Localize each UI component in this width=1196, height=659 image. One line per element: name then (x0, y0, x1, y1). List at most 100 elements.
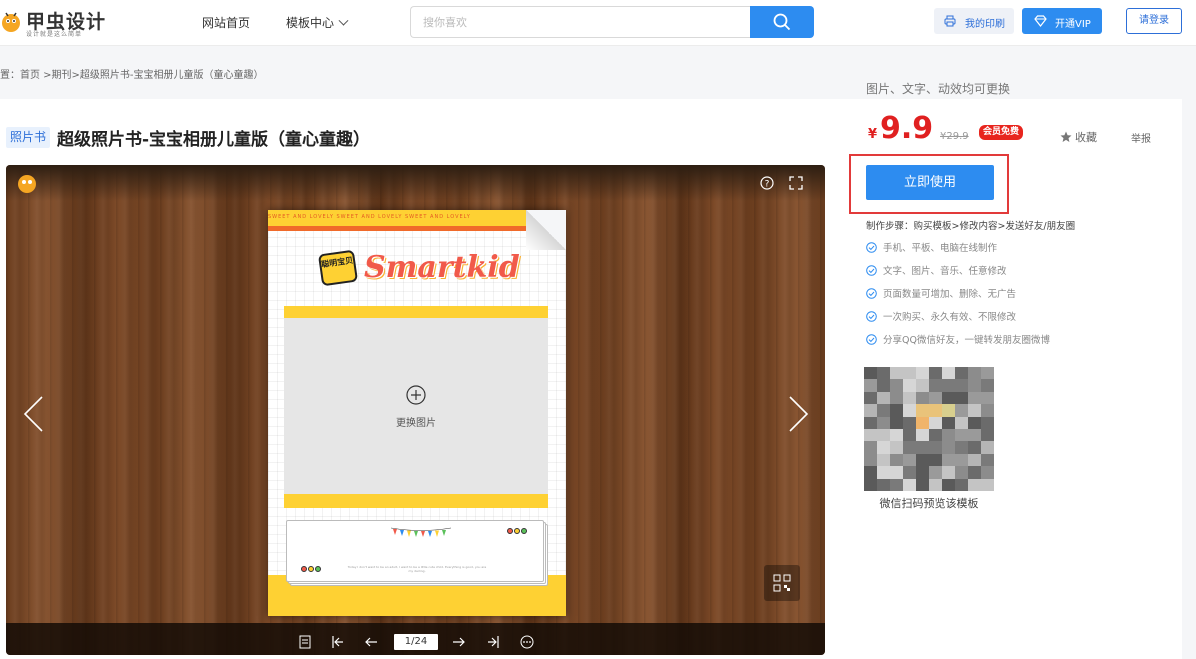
qr-cell (864, 453, 877, 467)
qr-cell (968, 416, 981, 429)
next-page-arrow[interactable] (788, 395, 810, 433)
open-vip-button[interactable]: 开通VIP (1022, 8, 1102, 34)
qr-cell (942, 453, 955, 467)
qr-cell (981, 391, 994, 405)
qr-cell (903, 441, 916, 454)
feature-label: 手机、平板、电脑在线制作 (883, 243, 998, 254)
nav-templates-label: 模板中心 (286, 16, 335, 30)
feature-item: 一次购买、永久有效、不限修改 (866, 309, 1050, 332)
smartkid-headline: Smartkid (364, 250, 520, 285)
qr-cell (981, 441, 994, 454)
fullscreen-icon[interactable] (789, 176, 803, 190)
bunting-flags-icon (391, 527, 451, 537)
qr-cell (929, 404, 942, 417)
yellow-band (284, 494, 548, 508)
qr-cell (877, 478, 890, 491)
page-counter[interactable]: 1/24 (394, 634, 438, 650)
qr-cell (890, 367, 903, 380)
qr-cell (890, 441, 903, 454)
qr-cell (981, 379, 994, 392)
first-page-icon[interactable] (331, 635, 345, 649)
qr-cell (916, 428, 929, 442)
photo-slot[interactable]: 更换图片 (284, 318, 548, 494)
qr-cell (916, 367, 929, 380)
search-input[interactable] (411, 7, 751, 37)
qr-cell (903, 416, 916, 429)
qr-cell (877, 379, 890, 392)
qr-cell (955, 478, 968, 491)
preview-topbar (6, 165, 825, 201)
qr-cell (903, 453, 916, 467)
qr-cell (929, 478, 942, 491)
qr-cell (864, 428, 877, 442)
category-tag: 照片书 (6, 127, 51, 148)
qr-cell (929, 367, 942, 380)
login-button[interactable]: 请登录 (1126, 8, 1182, 34)
breadcrumb[interactable]: 置：首页 >期刊>超级照片书-宝宝相册儿童版（童心童趣） (0, 66, 264, 81)
feature-label: 分享QQ微信好友，一键转发朋友圈微博 (883, 335, 1050, 346)
use-now-button[interactable]: 立即使用 (866, 165, 994, 200)
nav-templates-menu[interactable]: 模板中心 (286, 14, 349, 31)
qr-cell (877, 391, 890, 405)
qr-cell (864, 478, 877, 491)
top-header: 甲虫设计 设计就是这么简单 网站首页 模板中心 我的印刷 开通VIP 请登录 (0, 0, 1196, 46)
qr-cell (942, 379, 955, 392)
diamond-icon (1034, 15, 1047, 27)
vip-free-badge: 会员免费 (979, 125, 1024, 140)
qr-cell (929, 379, 942, 392)
check-circle-icon (866, 265, 877, 276)
qr-code-icon (773, 574, 791, 592)
qr-cell (968, 391, 981, 405)
qr-cell (942, 466, 955, 479)
report-link[interactable]: 举报 (1131, 130, 1151, 145)
qr-cell (903, 478, 916, 491)
nav-home-link[interactable]: 网站首页 (202, 14, 250, 31)
editable-note: 图片、文字、动效均可更换 (866, 82, 1011, 96)
next-page-icon[interactable] (452, 635, 466, 649)
replace-image-label: 更换图片 (396, 418, 436, 429)
qr-cell (942, 441, 955, 454)
qr-cell (877, 367, 890, 380)
qr-cell (864, 466, 877, 479)
qr-preview-button[interactable] (764, 565, 800, 601)
qr-cell (864, 441, 877, 454)
yellow-band (284, 306, 548, 318)
star-icon (1060, 131, 1072, 142)
qr-cell (890, 391, 903, 405)
favorite-button[interactable]: 收藏 (1060, 129, 1097, 145)
qr-cell (955, 466, 968, 479)
beetle-logo-icon (2, 12, 20, 32)
qr-cell (877, 428, 890, 442)
qr-cell (968, 453, 981, 467)
site-logo[interactable]: 甲虫设计 设计就是这么简单 (0, 6, 125, 38)
qr-cell (955, 428, 968, 442)
prev-page-icon[interactable] (364, 635, 378, 649)
note-card: Today I don't want to be an adult, I wan… (286, 520, 544, 582)
qr-cell (864, 416, 877, 429)
last-page-icon[interactable] (486, 635, 500, 649)
qr-cell (864, 379, 877, 392)
help-icon[interactable]: ? (760, 176, 774, 190)
qr-cell (929, 466, 942, 479)
qr-cell (955, 391, 968, 405)
search-box (410, 6, 751, 38)
qr-cell (916, 404, 929, 417)
table-of-contents-icon[interactable] (298, 635, 312, 649)
qr-cell (981, 478, 994, 491)
qr-cell (968, 441, 981, 454)
feature-label: 页面数量可增加、删除、无广告 (883, 289, 1017, 300)
qr-cell (864, 367, 877, 380)
qr-cell (981, 367, 994, 380)
more-options-icon[interactable] (520, 635, 534, 649)
qr-cell (955, 416, 968, 429)
search-button[interactable] (750, 6, 814, 38)
my-print-button[interactable]: 我的印刷 (934, 8, 1014, 34)
qr-cell (903, 404, 916, 417)
qr-cell (877, 404, 890, 417)
qr-cell (955, 441, 968, 454)
previous-page-arrow[interactable] (22, 395, 44, 433)
qr-cell (981, 466, 994, 479)
qr-cell (877, 441, 890, 454)
qr-cell (916, 478, 929, 491)
page-curl (526, 210, 566, 250)
